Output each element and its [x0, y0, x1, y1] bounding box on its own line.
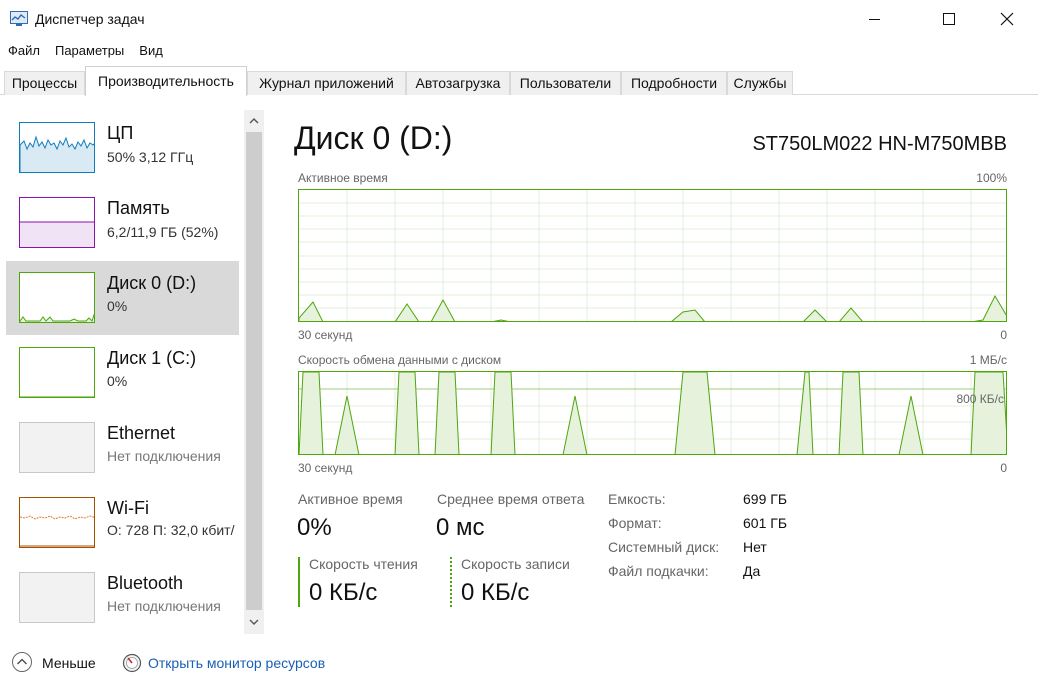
active-time-label: Активное время [298, 491, 403, 507]
tab-users[interactable]: Пользователи [510, 71, 621, 95]
sidebar-disk1-name: Диск 1 (C:) [107, 348, 197, 368]
minimize-icon [869, 19, 880, 20]
task-manager-icon [10, 11, 28, 26]
tab-performance[interactable]: Производительность [85, 66, 247, 96]
cpu-thumbnail-graph [19, 122, 95, 173]
tab-processes[interactable]: Процессы [4, 71, 85, 95]
transfer-rate-graph [298, 371, 1007, 455]
memory-mini-chart [20, 221, 94, 247]
tab-details[interactable]: Подробности [621, 71, 727, 95]
page-file-label: Файл подкачки: [608, 563, 709, 579]
transfer-rate-chart [299, 372, 1006, 454]
fewer-details-icon[interactable] [11, 651, 33, 673]
minimize-button[interactable] [852, 0, 898, 38]
sidebar-cpu-sub: 50% 3,12 ГГц [107, 149, 194, 165]
open-resource-monitor-link[interactable]: Открыть монитор ресурсов [148, 655, 325, 671]
write-speed-value: 0 КБ/с [461, 579, 530, 606]
sidebar-memory-name: Память [107, 198, 170, 218]
read-speed-label: Скорость чтения [309, 556, 418, 572]
sidebar-item-disk0[interactable]: Диск 0 (D:) 0% [6, 261, 239, 335]
sidebar-disk0-sub: 0% [107, 298, 128, 314]
capacity-value: 699 ГБ [743, 491, 788, 507]
capacity-label: Емкость: [608, 491, 666, 507]
tab-startup[interactable]: Автозагрузка [406, 71, 510, 95]
scroll-up-icon[interactable] [248, 115, 260, 127]
menu-view[interactable]: Вид [131, 40, 170, 62]
avg-response-label: Среднее время ответа [437, 491, 585, 507]
sidebar-item-cpu[interactable]: ЦП 50% 3,12 ГГц [6, 112, 239, 186]
write-speed-label: Скорость записи [461, 556, 570, 572]
transfer-rate-graph-min: 0 [1000, 461, 1007, 475]
scroll-down-icon[interactable] [248, 616, 260, 628]
active-time-graph-duration: 30 секунд [298, 328, 353, 342]
sidebar-bluetooth-sub: Нет подключения [107, 598, 221, 614]
sidebar-ethernet-name: Ethernet [107, 423, 176, 443]
wifi-thumbnail-graph [19, 497, 95, 548]
maximize-button[interactable] [926, 0, 972, 38]
fewer-details-button[interactable]: Меньше [42, 655, 96, 671]
disk0-thumbnail-graph [19, 272, 95, 323]
disk-model: ST750LM022 HN-M750MBB [752, 133, 1007, 155]
memory-thumbnail-graph [19, 197, 95, 248]
wifi-mini-chart [20, 515, 94, 547]
read-speed-indicator [298, 557, 300, 607]
active-time-value: 0% [297, 514, 332, 541]
close-button[interactable] [984, 0, 1030, 38]
avg-response-value: 0 мс [436, 514, 485, 541]
tab-app-history[interactable]: Журнал приложений [247, 71, 406, 95]
active-time-graph [298, 189, 1007, 322]
sidebar-item-memory[interactable]: Память 6,2/11,9 ГБ (52%) [6, 187, 239, 261]
active-time-graph-max: 100% [976, 171, 1007, 185]
sidebar-ethernet-sub: Нет подключения [107, 448, 221, 464]
sidebar-wifi-name: Wi-Fi [107, 498, 149, 518]
active-time-chart [299, 190, 1006, 321]
transfer-rate-graph-mark: 800 КБ/с [956, 392, 1004, 406]
sidebar-item-disk1[interactable]: Диск 1 (C:) 0% [6, 337, 239, 411]
sidebar-item-ethernet[interactable]: Ethernet Нет подключения [6, 412, 239, 486]
system-disk-label: Системный диск: [608, 539, 720, 555]
close-icon [1000, 12, 1014, 26]
disk1-mini-chart [20, 396, 94, 397]
active-time-graph-min: 0 [1000, 328, 1007, 342]
format-value: 601 ГБ [743, 515, 788, 531]
ethernet-thumbnail-graph [19, 422, 95, 473]
menu-file[interactable]: Файл [0, 40, 47, 62]
resource-monitor-icon [122, 653, 142, 673]
transfer-rate-graph-max: 1 МБ/с [969, 353, 1007, 367]
disk0-mini-chart [20, 313, 94, 322]
transfer-rate-graph-label: Скорость обмена данными с диском [298, 353, 502, 367]
sidebar-disk1-sub: 0% [107, 373, 128, 389]
title-bar: Диспетчер задач [0, 0, 1038, 38]
write-speed-indicator [450, 557, 452, 607]
menu-options[interactable]: Параметры [47, 40, 131, 62]
tab-bar: Процессы Производительность Журнал прило… [0, 66, 1038, 96]
disk-title: Диск 0 (D:) [294, 120, 453, 156]
sidebar-disk0-name: Диск 0 (D:) [107, 273, 197, 293]
cpu-mini-chart [20, 135, 94, 172]
sidebar-item-wifi[interactable]: Wi-Fi О: 728 П: 32,0 кбит/ [6, 487, 239, 561]
transfer-rate-graph-duration: 30 секунд [298, 461, 353, 475]
scrollbar-thumb[interactable] [246, 132, 262, 610]
sidebar-scrollbar[interactable] [244, 110, 264, 634]
tab-services[interactable]: Службы [727, 71, 793, 95]
disk1-thumbnail-graph [19, 347, 95, 398]
page-file-value: Да [743, 563, 761, 579]
bluetooth-thumbnail-graph [19, 572, 95, 623]
sidebar-memory-sub: 6,2/11,9 ГБ (52%) [107, 224, 219, 240]
sidebar-cpu-name: ЦП [107, 123, 134, 143]
active-time-graph-label: Активное время [298, 171, 388, 185]
window-title: Диспетчер задач [35, 11, 145, 27]
sidebar-wifi-sub: О: 728 П: 32,0 кбит/ [107, 522, 235, 538]
format-label: Формат: [608, 515, 662, 531]
maximize-icon [943, 13, 955, 25]
sidebar-item-bluetooth[interactable]: Bluetooth Нет подключения [6, 562, 239, 636]
menu-bar: Файл Параметры Вид [0, 40, 170, 62]
read-speed-value: 0 КБ/с [309, 579, 378, 606]
sidebar-bluetooth-name: Bluetooth [107, 573, 184, 593]
system-disk-value: Нет [743, 539, 767, 555]
